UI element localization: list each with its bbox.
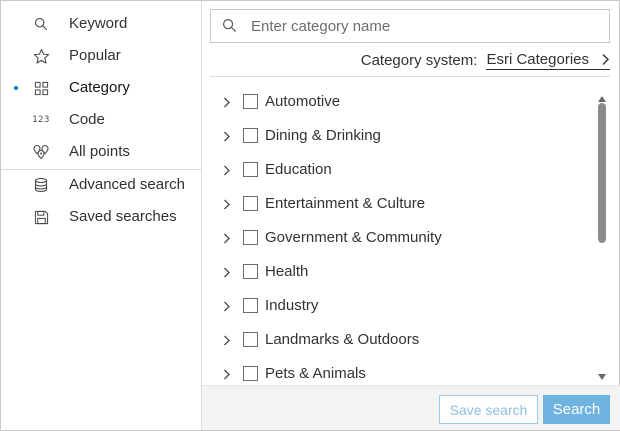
footer-bar: Save search Search xyxy=(202,385,620,430)
category-row: Dining & Drinking xyxy=(210,119,594,153)
category-row: Entertainment & Culture xyxy=(210,187,594,221)
sidebar-item-popular[interactable]: Popular xyxy=(1,40,201,72)
map-pins-icon xyxy=(32,143,50,161)
sidebar-item-advanced-search[interactable]: Advanced search xyxy=(1,169,201,201)
chevron-right-icon[interactable] xyxy=(220,299,234,313)
category-row: Industry xyxy=(210,289,594,323)
category-checkbox[interactable] xyxy=(243,94,258,109)
scroll-down-arrow-icon[interactable] xyxy=(598,367,606,383)
scrollbar[interactable] xyxy=(594,85,610,385)
sidebar-item-label: Advanced search xyxy=(69,176,185,193)
category-name: Landmarks & Outdoors xyxy=(265,331,420,348)
sidebar-item-label: Keyword xyxy=(69,15,128,32)
sidebar: Keyword Popular Category 123 Code All po… xyxy=(1,1,202,430)
chevron-right-icon[interactable] xyxy=(220,95,234,109)
category-name: Automotive xyxy=(265,93,341,110)
category-checkbox[interactable] xyxy=(243,332,258,347)
app-window: Keyword Popular Category 123 Code All po… xyxy=(0,0,620,431)
sidebar-item-keyword[interactable]: Keyword xyxy=(1,8,201,40)
category-search-box xyxy=(210,9,610,43)
category-name: Education xyxy=(265,161,332,178)
category-name: Health xyxy=(265,263,309,280)
category-panel: Category system: Esri Categories Automot… xyxy=(202,1,620,430)
divider xyxy=(210,76,610,77)
chevron-right-icon[interactable] xyxy=(220,231,234,245)
grid-icon xyxy=(32,79,50,97)
category-checkbox[interactable] xyxy=(243,128,258,143)
chevron-right-icon[interactable] xyxy=(220,129,234,143)
category-checkbox[interactable] xyxy=(243,230,258,245)
category-system-selector[interactable]: Esri Categories xyxy=(486,51,610,70)
category-row: Health xyxy=(210,255,594,289)
scrollbar-thumb[interactable] xyxy=(598,103,606,243)
search-icon xyxy=(32,15,50,33)
category-checkbox[interactable] xyxy=(243,162,258,177)
chevron-right-icon[interactable] xyxy=(220,333,234,347)
category-name: Dining & Drinking xyxy=(265,127,381,144)
sidebar-item-label: Popular xyxy=(69,47,121,64)
sidebar-item-label: Saved searches xyxy=(69,208,177,225)
category-checkbox[interactable] xyxy=(243,196,258,211)
category-row: Pets & Animals xyxy=(210,357,594,385)
category-checkbox[interactable] xyxy=(243,298,258,313)
sidebar-item-code[interactable]: 123 Code xyxy=(1,104,201,136)
category-list: Automotive Dining & Drinking Education Ente… xyxy=(210,85,594,385)
category-name: Entertainment & Culture xyxy=(265,195,426,212)
active-indicator xyxy=(14,86,18,90)
star-icon xyxy=(32,47,50,65)
category-row: Automotive xyxy=(210,85,594,119)
search-icon xyxy=(222,18,238,34)
category-name: Pets & Animals xyxy=(265,365,366,382)
chevron-right-icon[interactable] xyxy=(220,163,234,177)
sidebar-item-label: Category xyxy=(69,79,130,96)
category-search-input[interactable] xyxy=(251,10,601,42)
sidebar-item-category[interactable]: Category xyxy=(1,72,201,104)
sidebar-item-saved-searches[interactable]: Saved searches xyxy=(1,201,201,233)
numbers-icon: 123 xyxy=(32,115,50,125)
chevron-right-icon[interactable] xyxy=(220,265,234,279)
database-icon xyxy=(32,176,50,194)
save-icon xyxy=(32,208,50,226)
save-search-button[interactable]: Save search xyxy=(439,395,538,424)
sidebar-item-label: Code xyxy=(69,111,105,128)
category-row: Government & Community xyxy=(210,221,594,255)
sidebar-item-all-points[interactable]: All points xyxy=(1,136,201,168)
chevron-right-icon xyxy=(601,53,610,66)
category-checkbox[interactable] xyxy=(243,366,258,381)
category-name: Government & Community xyxy=(265,229,442,246)
chevron-right-icon[interactable] xyxy=(220,367,234,381)
category-checkbox[interactable] xyxy=(243,264,258,279)
category-system-label: Category system: xyxy=(360,51,478,69)
category-system: Category system: Esri Categories xyxy=(361,50,610,70)
chevron-right-icon[interactable] xyxy=(220,197,234,211)
category-row: Education xyxy=(210,153,594,187)
category-system-value: Esri Categories xyxy=(486,50,589,68)
category-name: Industry xyxy=(265,297,319,314)
search-button[interactable]: Search xyxy=(543,395,610,424)
sidebar-item-label: All points xyxy=(69,143,130,160)
category-row: Landmarks & Outdoors xyxy=(210,323,594,357)
